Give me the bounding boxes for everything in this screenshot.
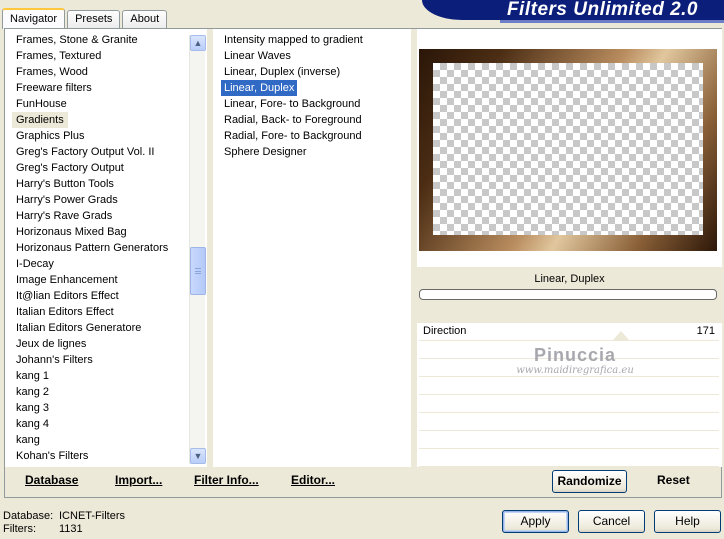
param-row-empty xyxy=(419,413,719,431)
category-item[interactable]: It@lian Editors Effect xyxy=(12,288,192,304)
scroll-down-button[interactable]: ▼ xyxy=(190,448,206,464)
cancel-button[interactable]: Cancel xyxy=(578,510,645,533)
tab-presets[interactable]: Presets xyxy=(67,10,121,28)
category-item[interactable]: Gradients xyxy=(12,112,68,128)
category-item[interactable]: Greg's Factory Output xyxy=(12,160,192,176)
param-direction-label: Direction xyxy=(423,325,467,337)
status-area: Database: ICNET-Filters Filters: 1131 xyxy=(3,510,125,536)
filter-item[interactable]: Radial, Fore- to Background xyxy=(221,128,411,144)
apply-button[interactable]: Apply xyxy=(502,510,569,533)
database-label: Database: xyxy=(3,510,54,522)
category-item[interactable]: Harry's Power Grads xyxy=(12,192,192,208)
preview-pane: Linear, Duplex Direction 171 Pinuccia ww… xyxy=(417,29,722,467)
filter-list[interactable]: Intensity mapped to gradient Linear Waves… xyxy=(221,32,411,462)
import-button[interactable]: Import... xyxy=(115,473,162,487)
tab-navigator[interactable]: Navigator xyxy=(2,8,66,29)
category-item[interactable]: Horizonaus Pattern Generators xyxy=(12,240,192,256)
grip-icon xyxy=(195,268,201,274)
category-list[interactable]: Frames, Stone & Granite Frames, Textured F… xyxy=(12,32,192,468)
navigator-panel: Frames, Stone & Granite Frames, Textured F… xyxy=(4,28,722,498)
category-item[interactable]: Italian Editors Generatore xyxy=(12,320,192,336)
list-divider xyxy=(207,29,213,467)
app-title-banner: Filters Unlimited 2.0 xyxy=(422,0,724,20)
category-item[interactable]: kang 3 xyxy=(12,400,192,416)
param-direction[interactable]: Direction 171 xyxy=(419,323,719,341)
tab-about[interactable]: About xyxy=(122,10,168,28)
filter-info-button[interactable]: Filter Info... xyxy=(194,473,259,487)
editor-button[interactable]: Editor... xyxy=(291,473,335,487)
progress-bar xyxy=(419,289,717,300)
filter-item[interactable]: Linear, Duplex xyxy=(221,80,298,96)
filter-item[interactable]: Radial, Back- to Foreground xyxy=(221,112,411,128)
category-scrollbar[interactable]: ▲ ▼ xyxy=(189,35,206,464)
category-item[interactable]: Graphics Plus xyxy=(12,128,192,144)
filter-item[interactable]: Sphere Designer xyxy=(221,144,411,160)
filter-item[interactable]: Linear Waves xyxy=(221,48,411,64)
category-item[interactable]: kang 1 xyxy=(12,368,192,384)
param-row-empty xyxy=(419,431,719,449)
parameter-list: Direction 171 xyxy=(419,323,719,467)
help-button[interactable]: Help xyxy=(654,510,721,533)
category-item[interactable]: FunHouse xyxy=(12,96,192,112)
category-item[interactable]: Greg's Factory Output Vol. II xyxy=(12,144,192,160)
category-item[interactable]: I-Decay xyxy=(12,256,192,272)
preview-image xyxy=(419,49,717,251)
category-item[interactable]: Freeware filters xyxy=(12,80,192,96)
filter-item[interactable]: Linear, Duplex (inverse) xyxy=(221,64,411,80)
category-item[interactable]: Jeux de lignes xyxy=(12,336,192,352)
category-item[interactable]: Frames, Textured xyxy=(12,48,192,64)
param-row-empty xyxy=(419,395,719,413)
category-item[interactable]: Frames, Wood xyxy=(12,64,192,80)
category-item[interactable]: Italian Editors Effect xyxy=(12,304,192,320)
param-row-empty xyxy=(419,359,719,377)
category-item[interactable]: kang xyxy=(12,432,192,448)
slider-indicator-icon[interactable] xyxy=(613,331,629,340)
current-filter-name: Linear, Duplex xyxy=(534,273,605,285)
param-direction-value: 171 xyxy=(696,325,715,337)
category-item[interactable]: kang 4 xyxy=(12,416,192,432)
database-value: ICNET-Filters xyxy=(59,510,125,522)
param-row-empty xyxy=(419,377,719,395)
scrollbar-thumb[interactable] xyxy=(190,247,206,295)
filter-item[interactable]: Intensity mapped to gradient xyxy=(221,32,411,48)
scroll-up-button[interactable]: ▲ xyxy=(190,35,206,51)
param-row-empty xyxy=(419,341,719,359)
filters-count-value: 1131 xyxy=(59,523,83,535)
category-item[interactable]: Kohan's Filters xyxy=(12,448,192,464)
bottom-toolbar: Database Import... Filter Info... Editor… xyxy=(5,467,721,497)
category-item[interactable]: Harry's Button Tools xyxy=(12,176,192,192)
app-title: Filters Unlimited 2.0 xyxy=(506,0,698,20)
database-button[interactable]: Database xyxy=(25,473,78,487)
category-item[interactable]: Harry's Rave Grads xyxy=(12,208,192,224)
category-item[interactable]: kang 2 xyxy=(12,384,192,400)
randomize-button[interactable]: Randomize xyxy=(552,470,627,493)
filter-name-bar: Linear, Duplex xyxy=(417,267,722,323)
param-row-empty xyxy=(419,449,719,467)
category-item[interactable]: Johann's Filters xyxy=(12,352,192,368)
category-item[interactable]: Image Enhancement xyxy=(12,272,192,288)
category-item[interactable]: Horizonaus Mixed Bag xyxy=(12,224,192,240)
tab-strip: Navigator Presets About xyxy=(2,6,169,29)
chevron-down-icon: ▼ xyxy=(193,451,203,461)
chevron-up-icon: ▲ xyxy=(193,38,203,48)
transparency-checkerboard xyxy=(433,63,703,235)
category-item[interactable]: Frames, Stone & Granite xyxy=(12,32,192,48)
filters-count-label: Filters: xyxy=(3,523,36,535)
filter-item[interactable]: Linear, Fore- to Background xyxy=(221,96,411,112)
reset-button[interactable]: Reset xyxy=(657,473,690,487)
banner-underline xyxy=(500,20,724,23)
